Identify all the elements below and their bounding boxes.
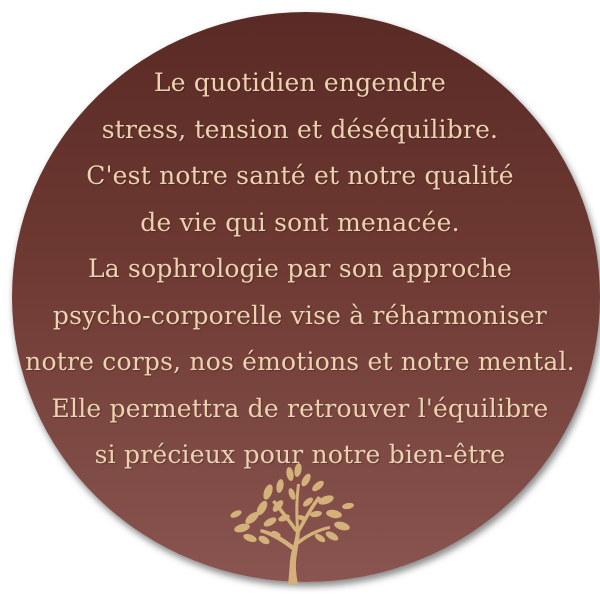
text-line-2: stress, tension et déséquilibre.: [101, 114, 499, 144]
text-line-3: C'est notre santé et notre qualité: [86, 161, 514, 190]
message-text: Le quotidien engendre stress, tension et…: [0, 60, 600, 479]
text-line-7: notre corps, nos émotions et notre menta…: [25, 347, 575, 376]
text-line-5: La sophrologie par son approche: [88, 254, 512, 283]
text-line-8: Elle permettra de retrouver l'équilibre: [51, 393, 549, 423]
canvas: Le quotidien engendre stress, tension et…: [0, 0, 600, 600]
text-line-6: psycho-corporelle vise à réharmoniser: [52, 300, 548, 330]
text-line-4: de vie qui sont menacée.: [140, 207, 460, 237]
text-line-1: Le quotidien engendre: [153, 68, 447, 97]
tree-icon: [230, 463, 354, 584]
